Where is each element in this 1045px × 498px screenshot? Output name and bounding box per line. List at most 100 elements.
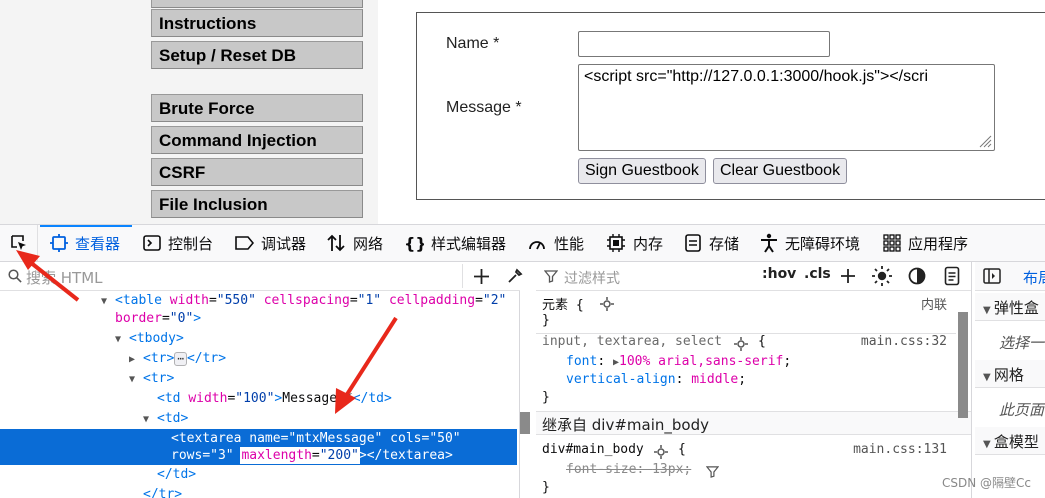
rules-panel: 过滤样式 :hov .cls 元素 { 内联 } input, textarea… (536, 262, 972, 498)
print-media-icon[interactable] (944, 266, 960, 286)
menu-item-setup[interactable]: Setup / Reset DB (151, 41, 363, 69)
tab-performance-label: 性能 (554, 234, 585, 253)
node-settings-icon[interactable] (600, 297, 614, 311)
markup-line-table[interactable]: ▼ <table width="550" cellspacing="1" cell… (101, 291, 506, 311)
svg-text:{}: {} (404, 234, 424, 252)
guestbook-form: Name * Message * <script src="http://127… (416, 12, 1045, 200)
element-picker-button[interactable] (0, 225, 38, 261)
overridden-filter-icon[interactable] (706, 465, 719, 478)
search-icon (8, 269, 22, 283)
tab-accessibility[interactable]: 无障碍环境 (760, 225, 860, 261)
memory-icon (607, 234, 625, 252)
markup-line-td-label[interactable]: <td width="100">Message *</td> (157, 389, 392, 409)
tab-network[interactable]: 网络 (326, 225, 383, 261)
left-gutter (0, 0, 132, 224)
cls-toggle[interactable]: .cls (804, 266, 831, 282)
tab-storage[interactable]: 存储 (684, 225, 739, 261)
markup-line-tbody[interactable]: ▼ <tbody> (115, 329, 184, 349)
markup-line-tr[interactable]: ▼ <tr> (129, 369, 174, 389)
devtools-toolbar: 查看器 控制台 调试器 网络 {} 样式编辑器 性能 内存 存储 无障碍环境 (0, 224, 1045, 262)
style-editor-icon: {} (404, 234, 424, 252)
grid-section[interactable]: ▼ 网格 (975, 360, 1045, 388)
tab-memory-label: 内存 (633, 234, 664, 253)
layout-panel: 布局 ▼ 弹性盒 选择一 ▼ 网格 此页面 ▼ 盒模型 (975, 262, 1045, 498)
maxlength-attribute[interactable]: maxlength="200" (240, 447, 360, 464)
light-mode-icon[interactable] (872, 266, 892, 286)
rule1-selector[interactable]: input, textarea, select (542, 334, 722, 353)
sign-guestbook-button[interactable]: Sign Guestbook (578, 158, 706, 184)
tab-network-label: 网络 (353, 234, 384, 253)
element-rule-selector[interactable]: 元素 { (542, 294, 584, 313)
tab-console-label: 控制台 (168, 234, 214, 253)
menu-item-csrf[interactable]: CSRF (151, 158, 363, 186)
box-model-section[interactable]: ▼ 盒模型 (975, 427, 1045, 455)
rule2-selector[interactable]: div#main_body (542, 442, 644, 461)
element-picker-icon (10, 235, 26, 250)
markup-line-tr-collapsed[interactable]: ▶ <tr> ⋯ </tr> (129, 349, 226, 369)
dvwa-menu: Instructions Setup / Reset DB Brute Forc… (132, 0, 378, 224)
debugger-icon (235, 236, 254, 250)
hov-toggle[interactable]: :hov (762, 266, 796, 282)
add-rule-icon[interactable] (840, 268, 856, 284)
search-divider (462, 264, 463, 288)
tab-style-editor[interactable]: {} 样式编辑器 (404, 225, 506, 261)
rule1-source[interactable]: main.css:32 (861, 334, 947, 349)
rule1-open-brace: { (758, 334, 766, 349)
menu-item-command-injection[interactable]: Command Injection (151, 126, 363, 154)
markup-line-tr-close[interactable]: </tr> (143, 485, 182, 498)
flexbox-hint: 选择一 (999, 334, 1045, 352)
application-icon (883, 234, 901, 252)
markup-line-table-cont[interactable]: border="0"> (115, 309, 201, 329)
menu-item-instructions[interactable]: Instructions (151, 9, 363, 37)
menu-item-file-inclusion[interactable]: File Inclusion (151, 190, 363, 218)
inherited-header: 继承自 div#main_body (536, 411, 971, 435)
message-text: <script src="http://127.0.0.1:3000/hook.… (584, 68, 928, 85)
markup-view: ▼ <table width="550" cellspacing="1" cell… (0, 291, 520, 498)
network-icon (327, 234, 345, 252)
tab-performance[interactable]: 性能 (527, 225, 584, 261)
html-search-bar[interactable]: 搜索 HTML (0, 262, 523, 291)
rule2-prop-font-size[interactable]: font-size: 13px; (566, 462, 691, 481)
message-label: Message * (446, 99, 522, 116)
eyedropper-icon[interactable] (506, 267, 524, 285)
rules-filter-input[interactable]: 过滤样式 (564, 268, 620, 288)
rule1-prop-font[interactable]: font: ▶100% arial,sans-serif; (566, 354, 791, 373)
rule1-prop-valign[interactable]: vertical-align: middle; (566, 372, 746, 391)
dark-mode-icon[interactable] (908, 267, 926, 285)
rule1-settings-icon[interactable] (734, 337, 748, 351)
flexbox-section[interactable]: ▼ 弹性盒 (975, 293, 1045, 321)
markup-line-textarea-selected[interactable]: <textarea name="mtxMessage" cols="50" ro… (0, 429, 517, 465)
inspector-icon (50, 234, 68, 252)
tab-application[interactable]: 应用程序 (883, 225, 968, 261)
tab-console[interactable]: 控制台 (143, 225, 213, 261)
toggle-sidebar-icon[interactable] (983, 268, 1001, 284)
grid-hint: 此页面 (999, 401, 1045, 419)
tab-debugger-label: 调试器 (261, 234, 307, 253)
performance-icon (529, 241, 545, 250)
markup-line-td-close[interactable]: </td> (157, 465, 196, 485)
tab-style-editor-label: 样式编辑器 (431, 234, 507, 253)
tab-debugger[interactable]: 调试器 (234, 225, 306, 261)
tab-application-label: 应用程序 (908, 234, 969, 253)
menu-item-cut[interactable] (151, 0, 363, 8)
rule2-source[interactable]: main.css:131 (853, 442, 947, 457)
message-textarea[interactable]: <script src="http://127.0.0.1:3000/hook.… (578, 64, 995, 151)
markup-line-td[interactable]: ▼ <td> (143, 409, 188, 429)
rule2-settings-icon[interactable] (654, 445, 668, 459)
html-search-input[interactable]: 搜索 HTML (26, 267, 103, 288)
add-node-icon[interactable] (473, 268, 490, 285)
dvwa-page: Instructions Setup / Reset DB Brute Forc… (0, 0, 1045, 224)
name-input[interactable] (578, 31, 830, 57)
filter-icon (544, 270, 558, 283)
tab-memory[interactable]: 内存 (606, 225, 663, 261)
name-label: Name * (446, 35, 500, 52)
resize-grip-icon[interactable] (978, 134, 992, 148)
collapsed-ellipsis[interactable]: ⋯ (174, 352, 187, 366)
inspector-scrollbar[interactable] (520, 412, 530, 434)
menu-item-brute-force[interactable]: Brute Force (151, 94, 363, 122)
tab-inspector[interactable]: 查看器 (50, 225, 120, 261)
tab-layout[interactable]: 布局 (1023, 267, 1045, 288)
console-icon (143, 235, 161, 251)
clear-guestbook-button[interactable]: Clear Guestbook (713, 158, 848, 184)
rules-scrollbar[interactable] (958, 312, 968, 418)
